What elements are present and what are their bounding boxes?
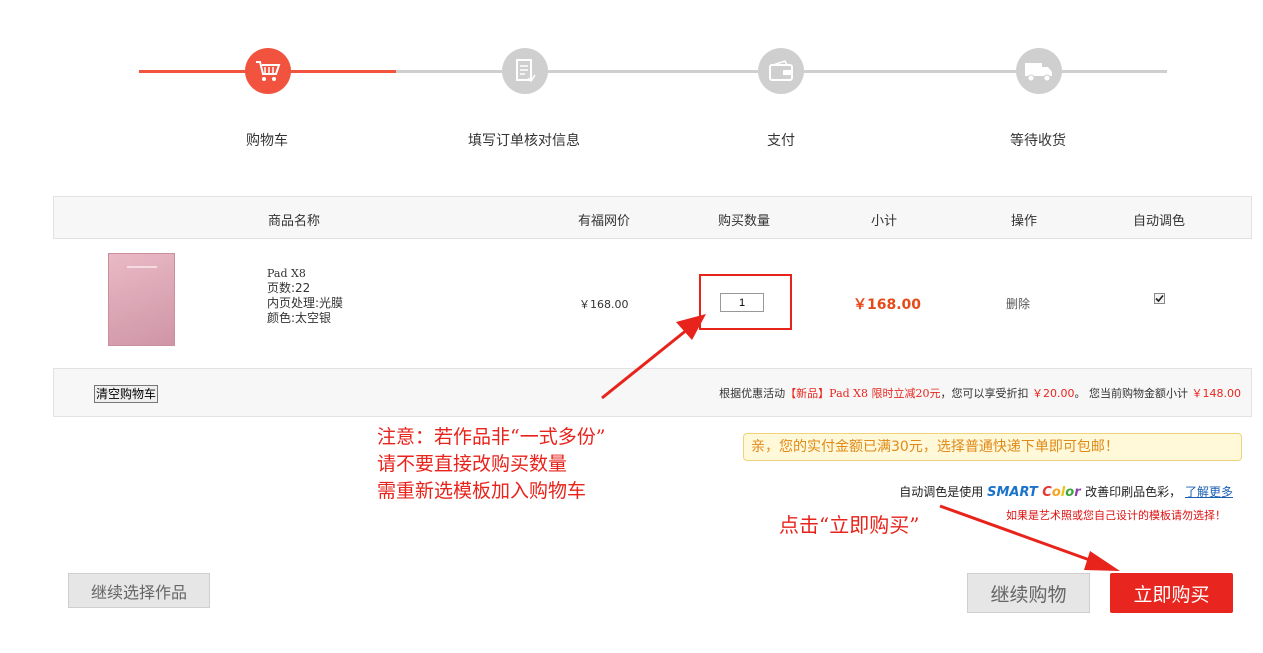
auto-color-checkbox[interactable]: [1154, 293, 1165, 304]
step-order-info: [502, 48, 548, 94]
wallet-icon: [769, 60, 793, 81]
buy-now-button[interactable]: 立即购买: [1110, 573, 1233, 613]
header-auto-color: 自动调色: [1132, 214, 1185, 229]
promo-name: Pad X8 限时立减20元: [829, 387, 941, 400]
smart-color-info: 自动调色是使用 SMART Color 改善印刷品色彩， 了解更多: [899, 483, 1233, 500]
cart-icon: [256, 61, 281, 81]
smart-logo: SMART Color: [987, 485, 1085, 500]
product-pages: 页数:22: [267, 281, 311, 295]
promo-mid2: 。 您当前购物金额小计: [1074, 387, 1189, 400]
product-color: 颜色:太空银: [267, 311, 332, 325]
header-price: 有福网价: [577, 214, 630, 229]
product-thumbnail[interactable]: [108, 253, 175, 346]
item-subtotal: ￥168.00: [853, 297, 922, 313]
step-payment: [758, 48, 804, 94]
cart-table-header: 商品名称 有福网价 购买数量 小计 操作 自动调色: [53, 196, 1252, 239]
quantity-input[interactable]: [720, 293, 764, 312]
smart-word: SMART: [987, 485, 1038, 500]
check-icon: [1155, 294, 1164, 303]
annotation-note-line2: 请不要直接改购买数量: [377, 453, 568, 475]
step-label-cart: 购物车: [246, 133, 288, 149]
color-word: Color: [1042, 485, 1081, 500]
item-price: ￥168.00: [579, 298, 629, 311]
step-delivery: [1016, 48, 1062, 94]
learn-more-link[interactable]: 了解更多: [1185, 485, 1233, 499]
header-quantity: 购买数量: [717, 214, 770, 229]
smart-suffix: 改善印刷品色彩，: [1085, 485, 1182, 499]
truck-icon: [1025, 63, 1052, 82]
clear-cart-button[interactable]: 清空购物车: [94, 385, 159, 403]
product-finish: 内页处理:光膜: [267, 296, 344, 310]
cart-summary-bar: 清空购物车 根据优惠活动【新品】Pad X8 限时立减20元，您可以享受折扣 ￥…: [53, 368, 1252, 417]
step-cart: [245, 48, 291, 94]
document-icon: [516, 59, 536, 83]
step-label-delivery: 等待收货: [1010, 133, 1066, 149]
annotation-note-line1: 注意：若作品非“一式多份”: [377, 426, 606, 448]
annotation-note-line3: 需重新选模板加入购物车: [377, 480, 587, 502]
annotation-note: 注意：若作品非“一式多份” 请不要直接改购买数量 需重新选模板加入购物车: [377, 424, 605, 505]
header-subtotal: 小计: [870, 214, 897, 229]
promo-total: ￥148.00: [1191, 387, 1242, 400]
annotation-click-buy: 点击“立即购买”: [779, 513, 920, 537]
promo-discount: ￥20.00: [1032, 387, 1075, 400]
header-product-name: 商品名称: [267, 214, 320, 229]
step-label-payment: 支付: [767, 133, 795, 149]
header-operation: 操作: [1010, 214, 1037, 229]
product-name[interactable]: Pad X8: [267, 266, 343, 281]
smart-prefix: 自动调色是使用: [899, 485, 984, 499]
product-details: Pad X8 页数:22 内页处理:光膜 颜色:太空银: [267, 266, 343, 326]
step-label-order-info: 填写订单核对信息: [468, 133, 580, 149]
promo-text: 根据优惠活动【新品】Pad X8 限时立减20元，您可以享受折扣 ￥20.00。…: [719, 385, 1241, 401]
promo-prefix: 根据优惠活动: [719, 387, 786, 400]
promo-tag: 【新品】: [785, 387, 830, 400]
continue-shopping-button[interactable]: 继续购物: [967, 573, 1090, 613]
delete-link[interactable]: 删除: [1006, 295, 1030, 312]
free-shipping-notice: 亲，您的实付金额已满30元，选择普通快递下单即可包邮！: [743, 433, 1242, 461]
smart-warning: 如果是艺术照或您自己设计的模板请勿选择！: [1006, 509, 1226, 522]
table-row: Pad X8 页数:22 内页处理:光膜 颜色:太空银 ￥168.00 ￥168…: [53, 239, 1252, 368]
promo-mid: ，您可以享受折扣: [940, 387, 1029, 400]
continue-select-button[interactable]: 继续选择作品: [68, 573, 210, 608]
